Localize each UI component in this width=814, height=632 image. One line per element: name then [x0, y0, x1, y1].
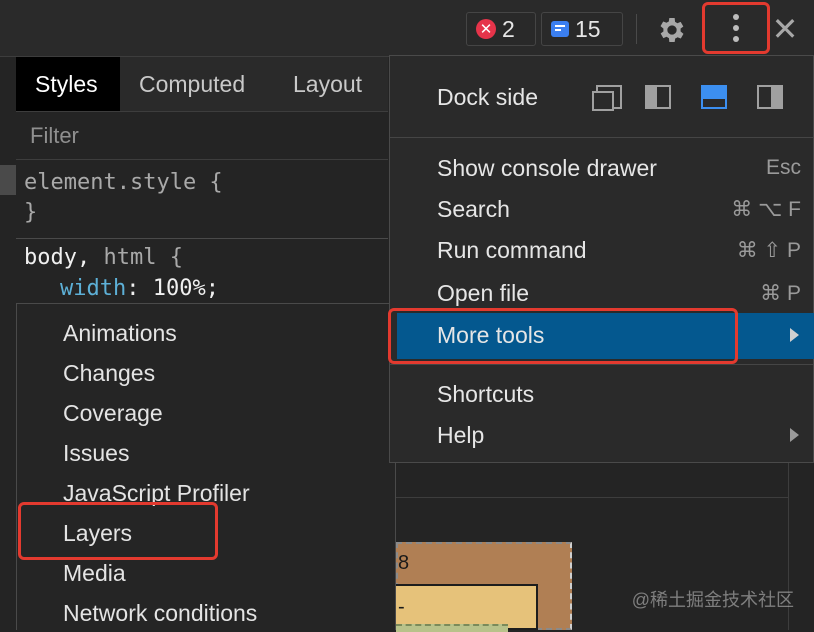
rule-selector: body,	[24, 245, 104, 270]
box-model-padding	[396, 624, 508, 632]
customize-devtools-menu: Dock side Show console drawer Esc Search…	[388, 55, 814, 463]
submenu-arrow-icon	[790, 328, 799, 342]
box-model-border-value: -	[398, 596, 405, 618]
menu-item-shortcuts[interactable]: Shortcuts	[437, 381, 534, 408]
element-style-close: }	[24, 200, 38, 225]
tab-computed[interactable]: Computed	[139, 57, 245, 111]
css-value[interactable]: 100%;	[153, 276, 219, 301]
error-icon: ✕	[476, 19, 496, 39]
menu-separator	[390, 364, 813, 365]
undock-icon[interactable]	[592, 85, 622, 111]
menu-item-run-command[interactable]: Run command	[437, 237, 587, 264]
submenu-item-changes[interactable]: Changes	[63, 353, 155, 393]
elements-panel-edge	[0, 57, 17, 630]
element-style-rule: element.style { }	[16, 160, 388, 239]
more-tools-submenu: Animations Changes Coverage Issues JavaS…	[16, 303, 396, 630]
submenu-arrow-icon	[790, 428, 799, 442]
close-icon[interactable]: ✕	[770, 13, 800, 45]
devtools-toolbar: ✕ 2 15 ✕	[0, 0, 814, 57]
menu-separator	[390, 137, 813, 138]
styles-pane-tabs: Styles Computed Layout	[16, 57, 388, 112]
submenu-item-coverage[interactable]: Coverage	[63, 393, 163, 433]
layers-annotation-outline	[18, 502, 218, 560]
shortcut-show-console-drawer: Esc	[765, 156, 801, 179]
menu-item-help[interactable]: Help	[437, 422, 484, 449]
dock-side-label: Dock side	[437, 84, 538, 110]
submenu-item-animations[interactable]: Animations	[63, 313, 177, 353]
element-style-selector: element.style {	[24, 170, 223, 195]
menu-item-show-console-drawer[interactable]: Show console drawer	[437, 155, 657, 182]
dock-left-icon[interactable]	[645, 85, 671, 109]
errors-counter[interactable]: ✕ 2	[466, 12, 536, 46]
message-count: 15	[575, 15, 601, 42]
box-model-margin-value: 8	[398, 552, 410, 574]
toolbar-divider	[636, 14, 637, 44]
messages-counter[interactable]: 15	[541, 12, 623, 46]
customize-devtools-menu-button[interactable]	[702, 2, 770, 54]
shortcut-run-command: ⌘ ⇧ P	[736, 239, 801, 262]
watermark-text: @稀土掘金技术社区	[631, 590, 794, 610]
shortcut-open-file: ⌘ P	[760, 282, 801, 305]
gear-icon[interactable]	[654, 12, 690, 48]
tab-layout[interactable]: Layout	[293, 57, 362, 111]
submenu-item-network-conditions[interactable]: Network conditions	[63, 593, 257, 630]
rule-selector-rest: html {	[103, 245, 183, 270]
tab-styles[interactable]: Styles	[16, 57, 120, 111]
styles-filter-input[interactable]: Filter	[16, 112, 388, 160]
dock-bottom-icon[interactable]	[701, 85, 727, 109]
menu-item-open-file[interactable]: Open file	[437, 280, 529, 307]
error-count: 2	[502, 15, 515, 42]
message-icon	[551, 21, 569, 37]
more-tools-annotation-outline	[388, 308, 738, 364]
menu-item-search[interactable]: Search	[437, 196, 510, 223]
submenu-item-issues[interactable]: Issues	[63, 433, 129, 473]
css-property[interactable]: width	[60, 276, 126, 301]
kebab-icon	[733, 14, 739, 42]
body-html-rule: body, html { width: 100%;	[16, 239, 388, 303]
shortcut-search: ⌘ ⌥ F	[731, 198, 801, 221]
dock-right-icon[interactable]	[757, 85, 783, 109]
